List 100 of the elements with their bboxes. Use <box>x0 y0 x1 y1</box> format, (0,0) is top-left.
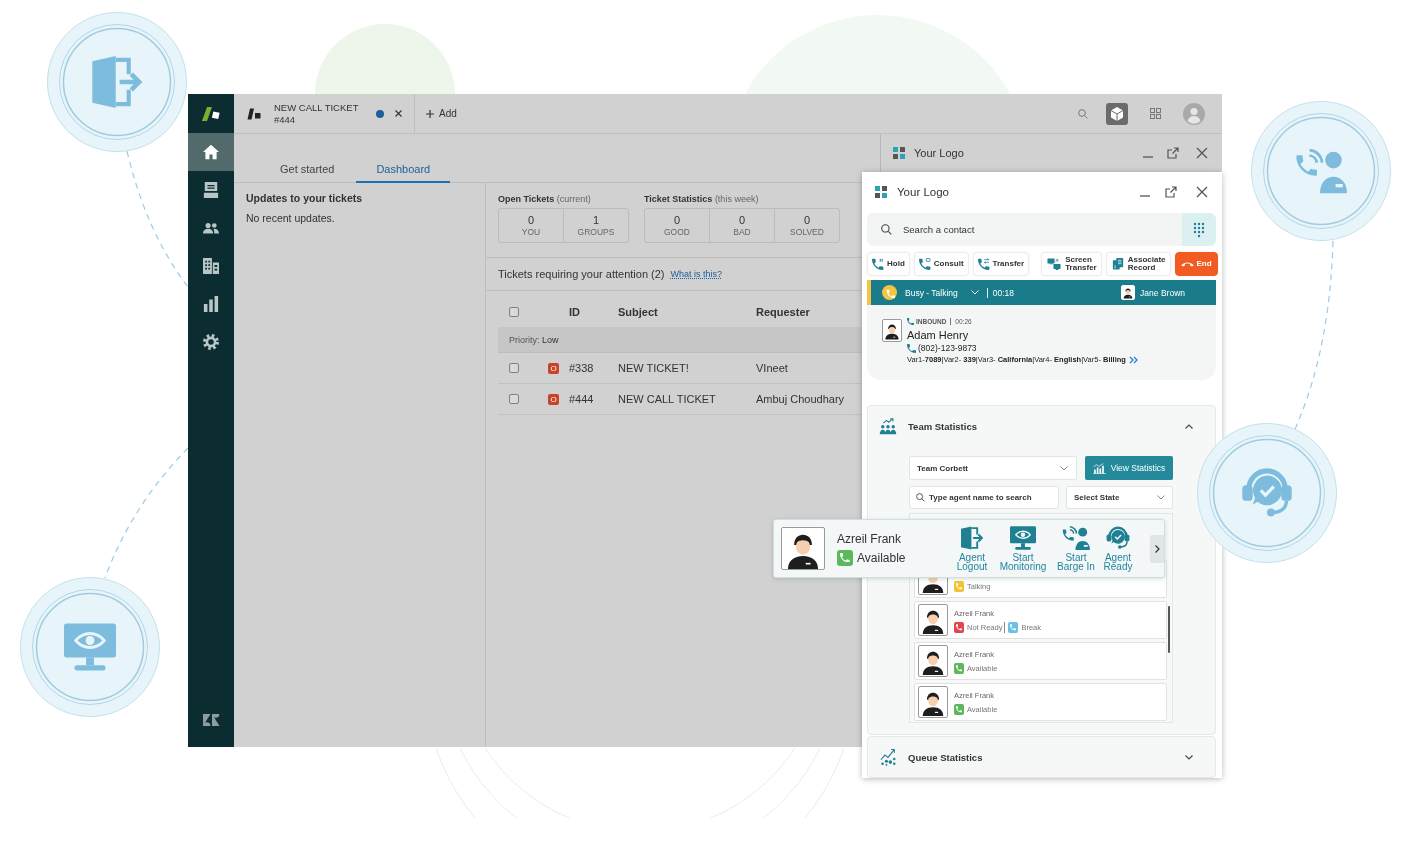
plus-icon <box>426 109 434 118</box>
dashboard-tab[interactable]: Dashboard <box>356 162 451 183</box>
updates-heading: Updates to your tickets <box>246 192 364 204</box>
nav-item[interactable] <box>188 133 234 171</box>
caller-name: Adam Henry <box>907 329 969 341</box>
bar-chart-icon <box>203 296 219 312</box>
stat-value: 0 <box>527 214 535 227</box>
person-avatar-icon <box>1121 285 1136 300</box>
agent-name: Azreil Frank <box>837 531 901 546</box>
ticket-title[interactable]: NEW CALL TICKET <box>274 101 359 114</box>
help-link[interactable]: What is this? <box>670 269 723 279</box>
monitors-icon <box>1046 258 1063 270</box>
close-icon[interactable] <box>1196 147 1208 159</box>
status-badge: O <box>548 393 559 405</box>
monitor-eye-icon <box>20 577 160 717</box>
footer-logo-icon[interactable] <box>202 713 220 727</box>
call-action-button[interactable]: Consult <box>913 252 969 276</box>
stat-value: 0 <box>803 214 811 227</box>
phone-agent-icon <box>1062 525 1090 550</box>
caller-phone: (802)-123-9873 <box>918 342 977 354</box>
updates-message: No recent updates. <box>246 212 336 224</box>
stat-label: BAD <box>733 227 751 237</box>
chevron-right-icon <box>1154 544 1160 553</box>
status-label[interactable]: Busy - Talking <box>905 287 958 298</box>
scrollbar-thumb[interactable] <box>1168 606 1170 653</box>
headset-check-icon <box>1106 525 1130 550</box>
stat-label: GOOD <box>664 227 690 237</box>
section-title[interactable]: Team Statistics <box>908 420 977 432</box>
table-cell[interactable]: NEW CALL TICKET <box>618 393 716 405</box>
search-icon <box>881 224 892 235</box>
table-cell: Ambuj Choudhary <box>756 393 845 405</box>
gear-icon <box>203 334 219 350</box>
phone-arrows-icon <box>977 258 990 270</box>
section-title[interactable]: Queue Statistics <box>908 751 983 763</box>
call-action-button[interactable]: Transfer <box>972 252 1030 276</box>
grid-icon[interactable] <box>1150 108 1161 119</box>
chevron-up-icon[interactable] <box>1185 423 1193 429</box>
checkbox[interactable] <box>509 363 519 373</box>
home-icon <box>203 144 219 160</box>
agent-status: Available <box>857 550 906 565</box>
search-field[interactable]: Search a contact <box>867 213 1182 246</box>
person-avatar-icon <box>918 686 948 718</box>
person-avatar-icon <box>882 319 902 342</box>
inbox-icon <box>203 182 219 198</box>
phone-icon <box>918 258 931 270</box>
stat-label: SOLVED <box>790 227 824 237</box>
call-action-button[interactable]: Hold <box>867 252 910 276</box>
dialpad-button[interactable] <box>1182 213 1216 246</box>
dialpad-icon <box>1193 221 1205 238</box>
state-dropdown[interactable]: Select State <box>1066 486 1173 509</box>
chevron-down-icon[interactable] <box>1185 754 1193 760</box>
person-avatar-icon <box>781 527 825 570</box>
checkbox[interactable] <box>509 394 519 404</box>
ticket-mark-icon <box>247 107 261 120</box>
building-icon <box>203 258 219 274</box>
call-action-button[interactable]: Screen Transfer <box>1041 252 1102 276</box>
monitor-eye-icon <box>1010 525 1036 550</box>
phone-agent-icon <box>1251 101 1391 241</box>
table-cell: VIneet <box>756 362 788 374</box>
app-logo-icon[interactable] <box>201 105 221 122</box>
cube-icon[interactable] <box>1106 102 1128 125</box>
phone-pause-icon <box>872 258 884 270</box>
call-action-button[interactable]: Associate Record <box>1105 252 1171 276</box>
checkbox[interactable] <box>509 307 519 317</box>
dashboard-tab[interactable]: Get started <box>260 162 355 183</box>
column-header[interactable]: ID <box>569 306 580 318</box>
door-arrow-icon <box>961 525 983 550</box>
logo-icon <box>893 147 905 159</box>
status-badge: O <box>548 362 559 374</box>
headset-check-icon <box>1197 423 1337 563</box>
column-header[interactable]: Subject <box>618 306 658 318</box>
add-button[interactable]: Add <box>426 108 457 119</box>
next-button[interactable] <box>1150 534 1164 563</box>
agent-search-field[interactable]: Type agent name to search <box>909 486 1059 509</box>
caret-down-icon[interactable] <box>970 290 979 295</box>
team-dropdown[interactable]: Team Corbett <box>909 456 1077 480</box>
agent-name: Jane Brown <box>1140 287 1185 298</box>
pop-out-icon[interactable] <box>1167 147 1179 159</box>
table-cell: #444 <box>569 393 594 405</box>
column-header[interactable]: Requester <box>756 306 810 318</box>
stat-label: YOU <box>521 227 541 237</box>
person-avatar-icon <box>918 604 948 636</box>
panel-title: Your Logo <box>914 147 964 159</box>
phone-icon <box>907 343 916 353</box>
pop-out-icon[interactable] <box>1165 186 1177 198</box>
double-chevron-icon[interactable] <box>1128 356 1138 364</box>
documents-icon <box>1110 258 1125 270</box>
search-icon <box>916 493 925 502</box>
table-cell[interactable]: NEW TICKET! <box>618 362 689 374</box>
view-statistics-button[interactable]: View Statistics <box>1085 456 1173 480</box>
stat-group-title: Open Tickets (current) <box>498 194 592 205</box>
inbound-call-icon <box>907 318 914 325</box>
close-icon[interactable] <box>1196 186 1208 198</box>
panel-title: Your Logo <box>897 186 949 198</box>
close-tab-icon[interactable] <box>395 110 402 117</box>
attention-heading: Tickets requiring your attention (2) <box>498 268 665 280</box>
scatter-chart-icon <box>879 748 897 766</box>
ticket-number: #444 <box>274 113 296 126</box>
call-timer: 00:18 <box>986 287 1015 298</box>
table-cell: #338 <box>569 362 594 374</box>
